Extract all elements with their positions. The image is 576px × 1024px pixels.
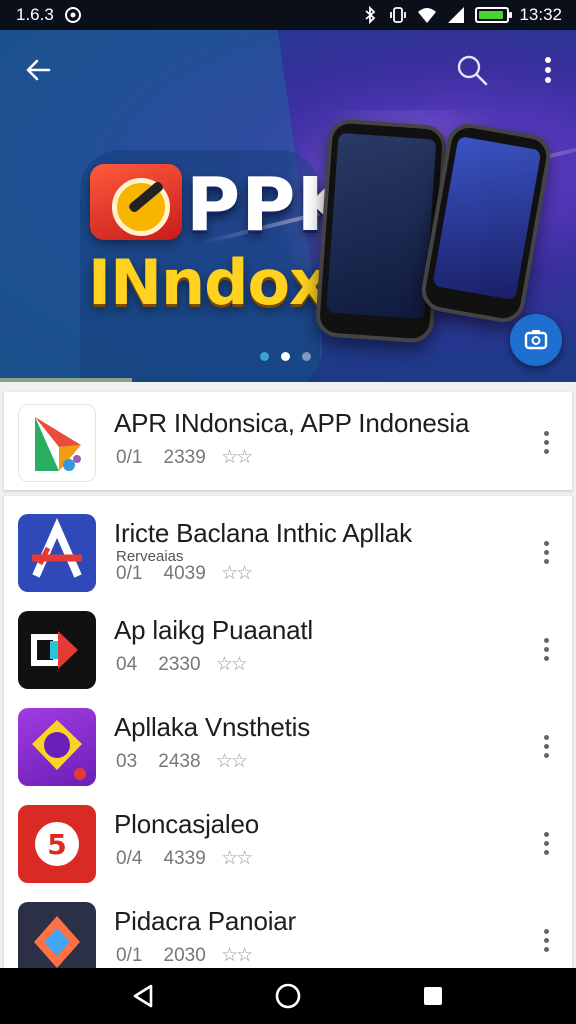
nav-recents-icon: [424, 987, 443, 1005]
carousel-dot-active[interactable]: [281, 352, 290, 361]
app-name: Pidacra Panoiar: [114, 906, 296, 936]
app-meta: 04 2330 ☆☆: [116, 653, 248, 676]
app-count: 2330: [158, 654, 201, 675]
app-rating: 0/1: [116, 447, 143, 468]
letter-a-icon: [18, 514, 96, 592]
app-name: Iricte Baclana Inthic Apllak: [114, 518, 412, 548]
featured-app-name: APR INdonsica, APP Indonesia: [114, 408, 470, 438]
battery-fill: [479, 11, 503, 19]
app-meta: 0/1 2030 ☆☆: [116, 944, 253, 967]
app-rating: 0/4: [116, 848, 143, 869]
star-rating: ☆☆: [221, 945, 253, 966]
status-right: 13:32: [361, 5, 562, 25]
app-meta: 0/1 4039 ☆☆: [116, 562, 253, 585]
nav-home-icon: [275, 983, 301, 1009]
more-vert-icon[interactable]: [532, 728, 560, 764]
featured-app-row[interactable]: APR INdonsica, APP Indonesia 0/1 2339 ☆☆: [4, 396, 572, 488]
star-rating: ☆☆: [215, 654, 248, 675]
wifi-icon: [418, 8, 437, 23]
status-left: 1.6.3: [16, 5, 82, 25]
featured-app-icon: [18, 404, 96, 482]
more-vert-icon[interactable]: [532, 534, 560, 570]
signal-icon: [448, 7, 465, 23]
featured-app-card[interactable]: APR INdonsica, APP Indonesia 0/1 2339 ☆☆: [4, 392, 572, 490]
camera-switch-icon: [524, 330, 548, 350]
back-button[interactable]: [16, 50, 60, 90]
more-vert-icon[interactable]: [532, 825, 560, 861]
circle-badge-icon: [18, 708, 96, 786]
phone-mockup: [314, 118, 448, 344]
arrow-left-icon: [26, 59, 51, 81]
app-name: Ploncasjaleo: [114, 809, 260, 839]
star-rating: ☆☆: [215, 751, 248, 772]
list-item[interactable]: Ap laikg Puaanatl 04 2330 ☆☆: [4, 603, 572, 695]
navigation-bar: [0, 968, 576, 1024]
search-button[interactable]: [450, 50, 494, 90]
app-list-card: Iricte Baclana Inthic Apllak Rerveaias 0…: [4, 496, 572, 980]
phone-screen: [432, 135, 542, 301]
play-arrow-icon: [18, 611, 96, 689]
nav-home-button[interactable]: [268, 976, 308, 1016]
app-count: 2438: [158, 751, 201, 772]
app-meta: 0/4 4339 ☆☆: [116, 847, 253, 870]
app-rating: 04: [116, 654, 138, 675]
app-rating: 0/1: [116, 563, 143, 584]
featured-app-meta: 0/1 2339 ☆☆: [116, 446, 253, 469]
search-icon: [457, 55, 488, 86]
status-time: 13:32: [519, 5, 562, 24]
vibrate-icon: [390, 7, 407, 23]
app-count: 4039: [163, 563, 206, 584]
star-rating: ☆☆: [221, 447, 253, 468]
notification-icon: [64, 7, 81, 23]
app-count: 2030: [163, 945, 206, 966]
app-count: 2339: [163, 447, 206, 468]
status-left-text: 1.6.3: [16, 5, 54, 24]
app-rating: 0/1: [116, 945, 143, 966]
phone-screen: [326, 132, 437, 320]
star-rating: ☆☆: [221, 563, 253, 584]
app-name: Ap laikg Puaanatl: [114, 615, 313, 645]
carousel-dot[interactable]: [302, 352, 311, 361]
app-rating: 03: [116, 751, 138, 772]
nav-back-button[interactable]: [123, 976, 163, 1016]
more-vert-icon[interactable]: [532, 424, 560, 460]
app-list-area: APR INdonsica, APP Indonesia 0/1 2339 ☆☆…: [0, 384, 576, 980]
list-item[interactable]: Iricte Baclana Inthic Apllak Rerveaias 0…: [4, 506, 572, 598]
bluetooth-icon: [365, 6, 376, 24]
more-options-button[interactable]: [526, 50, 570, 90]
nav-back-icon: [133, 984, 152, 1008]
app-name: Apllaka Vnsthetis: [114, 712, 311, 742]
app-count: 4339: [163, 848, 206, 869]
more-vert-icon: [545, 57, 551, 83]
more-vert-icon[interactable]: [532, 631, 560, 667]
carousel-indicator: [260, 352, 311, 361]
number-five-icon: 5: [18, 805, 96, 883]
list-item[interactable]: Apllaka Vnsthetis 03 2438 ☆☆: [4, 700, 572, 792]
battery-icon: [475, 7, 513, 23]
play-store-like-icon: [35, 417, 81, 471]
more-vert-icon[interactable]: [532, 922, 560, 958]
fab-button[interactable]: [510, 314, 562, 366]
banner-progress-line: [0, 378, 132, 382]
list-item[interactable]: 5 Ploncasjaleo 0/4 4339 ☆☆: [4, 797, 572, 889]
nav-recents-button[interactable]: [413, 976, 453, 1016]
app-meta: 03 2438 ☆☆: [116, 750, 248, 773]
banner-app-logo: [90, 164, 182, 240]
svg-text:5: 5: [47, 828, 66, 861]
status-bar: 1.6.3 13:32: [0, 0, 576, 30]
star-rating: ☆☆: [221, 848, 253, 869]
carousel-dot[interactable]: [260, 352, 269, 361]
